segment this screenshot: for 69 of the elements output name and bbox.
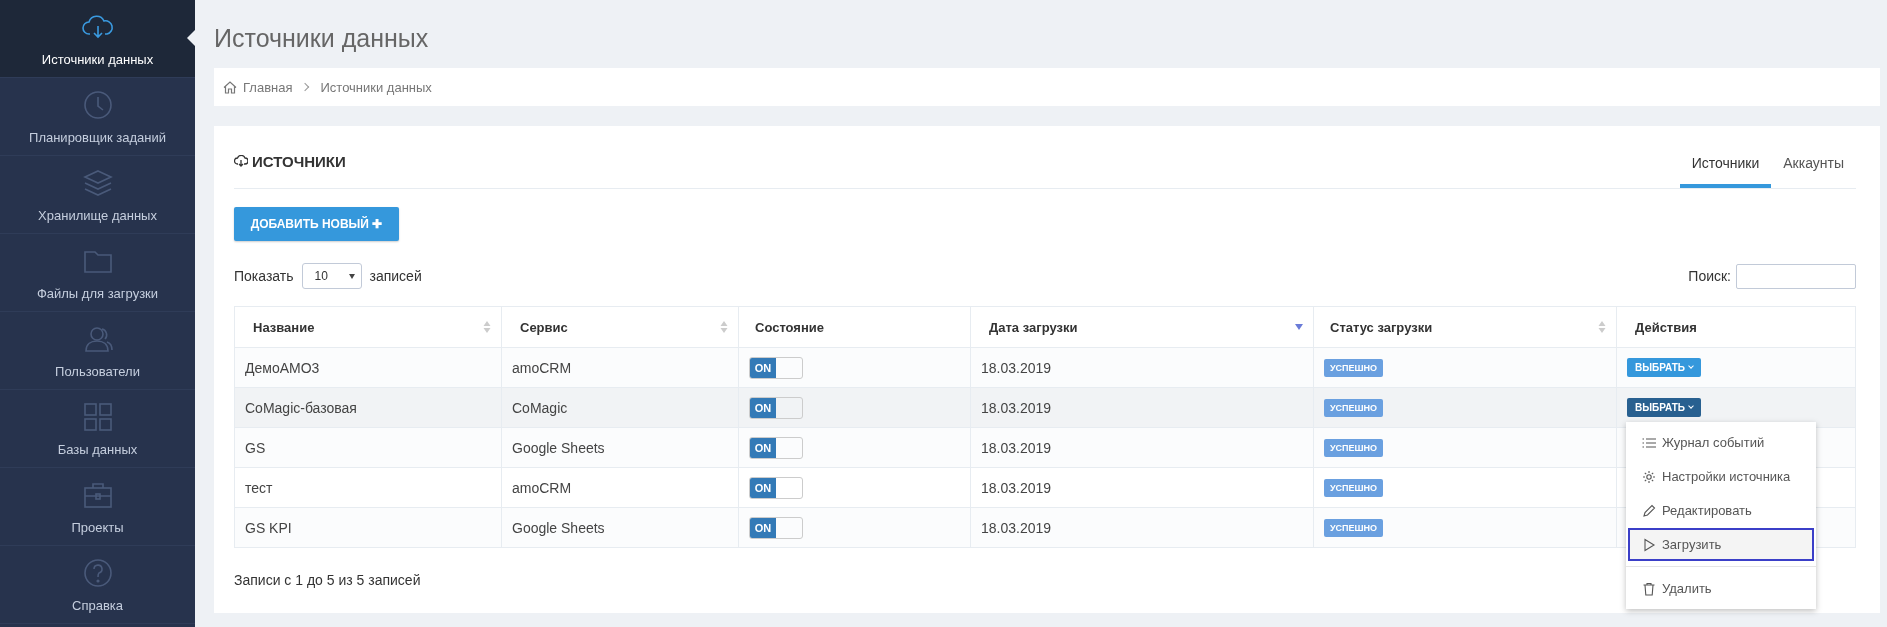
table-cell: 18.03.2019 bbox=[970, 507, 1314, 548]
sidebar-item[interactable]: Хранилище данных bbox=[0, 156, 195, 234]
table-cell: 18.03.2019 bbox=[970, 427, 1314, 468]
search-label: Поиск: bbox=[1688, 268, 1731, 284]
sidebar-item[interactable]: Источники данных bbox=[0, 0, 195, 78]
table-cell: 18.03.2019 bbox=[970, 467, 1314, 508]
table-cell: amoCRM bbox=[501, 467, 739, 508]
column-header[interactable]: Действия bbox=[1616, 306, 1856, 348]
home-icon bbox=[223, 80, 237, 94]
status-label: УСПЕШНО bbox=[1324, 399, 1384, 417]
toggle-switch[interactable]: ON bbox=[749, 396, 803, 419]
sidebar-item[interactable]: Пользователи bbox=[0, 312, 195, 390]
toggle-switch[interactable]: ON bbox=[749, 476, 803, 499]
entries-label: записей bbox=[369, 268, 422, 284]
sidebar-item[interactable]: Файлы для загрузки bbox=[0, 234, 195, 312]
table-cell: 18.03.2019 bbox=[970, 387, 1314, 428]
active-pointer-icon bbox=[187, 30, 195, 46]
tab[interactable]: Источники bbox=[1679, 140, 1772, 188]
trash-icon bbox=[1642, 581, 1656, 596]
column-header[interactable]: Статус загрузки bbox=[1313, 306, 1617, 348]
pencil-icon bbox=[1642, 503, 1656, 518]
tab[interactable]: Аккаунты bbox=[1771, 140, 1856, 188]
toggle-switch[interactable]: ON bbox=[749, 436, 803, 459]
column-header[interactable]: Дата загрузки bbox=[970, 306, 1314, 348]
show-label: Показать bbox=[234, 268, 294, 284]
table-cell: тест bbox=[234, 467, 502, 508]
column-header[interactable]: Название bbox=[234, 306, 502, 348]
table-cell: Google Sheets bbox=[501, 427, 739, 468]
status-label: УСПЕШНО bbox=[1324, 519, 1384, 537]
column-header[interactable]: Сервис bbox=[501, 306, 739, 348]
gear-icon bbox=[1642, 469, 1656, 484]
menu-item[interactable]: Настройки источника bbox=[1628, 460, 1814, 493]
caret-icon bbox=[348, 274, 355, 279]
status-label: УСПЕШНО bbox=[1324, 359, 1384, 377]
table-cell: amoCRM bbox=[501, 347, 739, 388]
search-field[interactable] bbox=[1736, 263, 1856, 289]
menu-item[interactable]: Загрузить bbox=[1628, 528, 1814, 561]
sidebar-item[interactable]: Справка bbox=[0, 546, 195, 624]
table-cell: CoMagic-базовая bbox=[234, 387, 502, 428]
sidebar-item[interactable]: Базы данных bbox=[0, 390, 195, 468]
sort-descending-icon bbox=[1295, 324, 1303, 330]
sidebar-item[interactable]: Проекты bbox=[0, 468, 195, 546]
status-label: УСПЕШНО bbox=[1324, 439, 1384, 457]
sidebar-item[interactable]: Планировщик заданий bbox=[0, 78, 195, 156]
cloud-download-icon bbox=[234, 155, 248, 167]
list-icon bbox=[1642, 435, 1656, 450]
page-size-select[interactable]: 10 bbox=[301, 263, 362, 289]
table-cell: ДемоАМО3 bbox=[234, 347, 502, 388]
menu-item[interactable]: Редактировать bbox=[1628, 494, 1814, 527]
toggle-switch[interactable]: ON bbox=[749, 516, 803, 539]
table-cell: Google Sheets bbox=[501, 507, 739, 548]
breadcrumb-link[interactable]: Главная bbox=[243, 79, 293, 95]
toggle-switch[interactable]: ON bbox=[749, 356, 803, 379]
card-title: ИСТОЧНИКИ bbox=[252, 152, 346, 170]
select-dropdown-button[interactable]: ВЫБРАТЬ bbox=[1627, 398, 1701, 417]
column-header[interactable]: Состояние bbox=[738, 306, 971, 348]
sort-icon bbox=[720, 320, 728, 334]
menu-item[interactable]: Удалить bbox=[1628, 572, 1814, 605]
table-cell: GS bbox=[234, 427, 502, 468]
sort-icon bbox=[483, 320, 491, 334]
status-label: УСПЕШНО bbox=[1324, 479, 1384, 497]
records-info: Записи с 1 до 5 из 5 записей bbox=[234, 572, 421, 588]
play-icon bbox=[1642, 537, 1656, 552]
table-cell: 18.03.2019 bbox=[970, 347, 1314, 388]
table-cell: GS KPI bbox=[234, 507, 502, 548]
table-cell: CoMagic bbox=[501, 387, 739, 428]
page-title: Источники данных bbox=[214, 23, 430, 54]
sort-icon bbox=[1598, 320, 1606, 334]
breadcrumb-link[interactable]: Источники данных bbox=[320, 79, 432, 95]
